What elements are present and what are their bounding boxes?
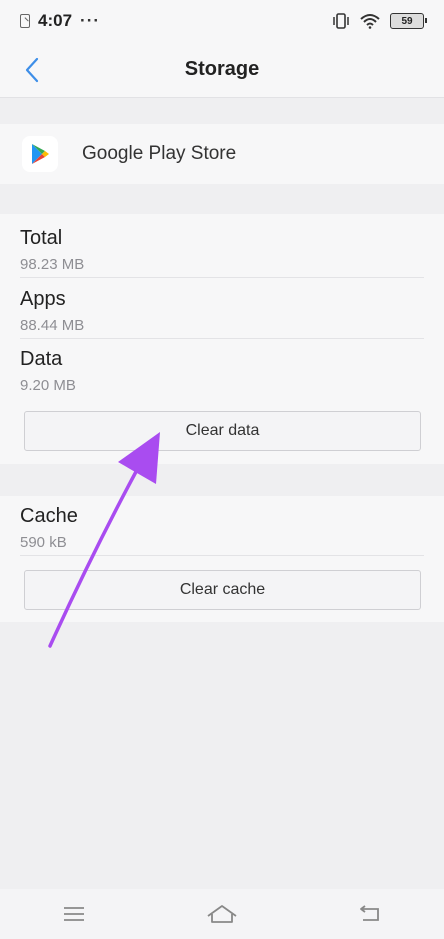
back-icon [360,905,379,921]
page-title: Storage [184,58,260,80]
vibrate-icon [333,13,349,29]
apps-stat: Apps 88.44 MB [20,279,424,339]
back-chevron-icon [25,57,39,83]
play-store-icon [22,136,58,172]
storage-card: Total 98.23 MB Apps 88.44 MB Data 9.20 M… [0,214,444,464]
apps-label: Apps [20,288,66,310]
clear-data-button[interactable]: Clear data [24,411,421,451]
data-stat: Data 9.20 MB [20,339,424,399]
total-label: Total [20,227,63,249]
status-right: 59 [332,13,427,29]
app-row: Google Play Store [0,124,444,184]
status-bar: 4:07 ··· 59 [0,0,444,42]
home-button[interactable] [202,894,242,934]
sim-icon [20,14,30,28]
data-label: Data [20,348,63,370]
wifi-icon [360,14,380,29]
cache-label: Cache [20,505,78,527]
app-name: Google Play Store [82,143,237,164]
total-stat: Total 98.23 MB [20,218,424,278]
back-nav-button[interactable] [350,894,390,934]
menu-icon [64,907,84,921]
status-dots: ··· [80,11,101,30]
data-value: 9.20 MB [20,377,76,394]
header: Storage [0,42,444,98]
total-value: 98.23 MB [20,256,85,273]
menu-button[interactable] [54,894,94,934]
cache-value: 590 kB [20,534,67,551]
battery-icon: 59 [390,13,427,29]
cache-stat: Cache 590 kB [20,496,424,556]
cache-card: Cache 590 kB Clear cache [0,496,444,622]
clear-cache-button[interactable]: Clear cache [24,570,421,610]
back-button[interactable] [18,56,46,84]
nav-bar [0,889,444,939]
status-time: 4:07 [38,11,73,30]
home-icon [207,905,237,923]
status-left: 4:07 ··· [20,11,100,31]
apps-value: 88.44 MB [20,317,85,334]
